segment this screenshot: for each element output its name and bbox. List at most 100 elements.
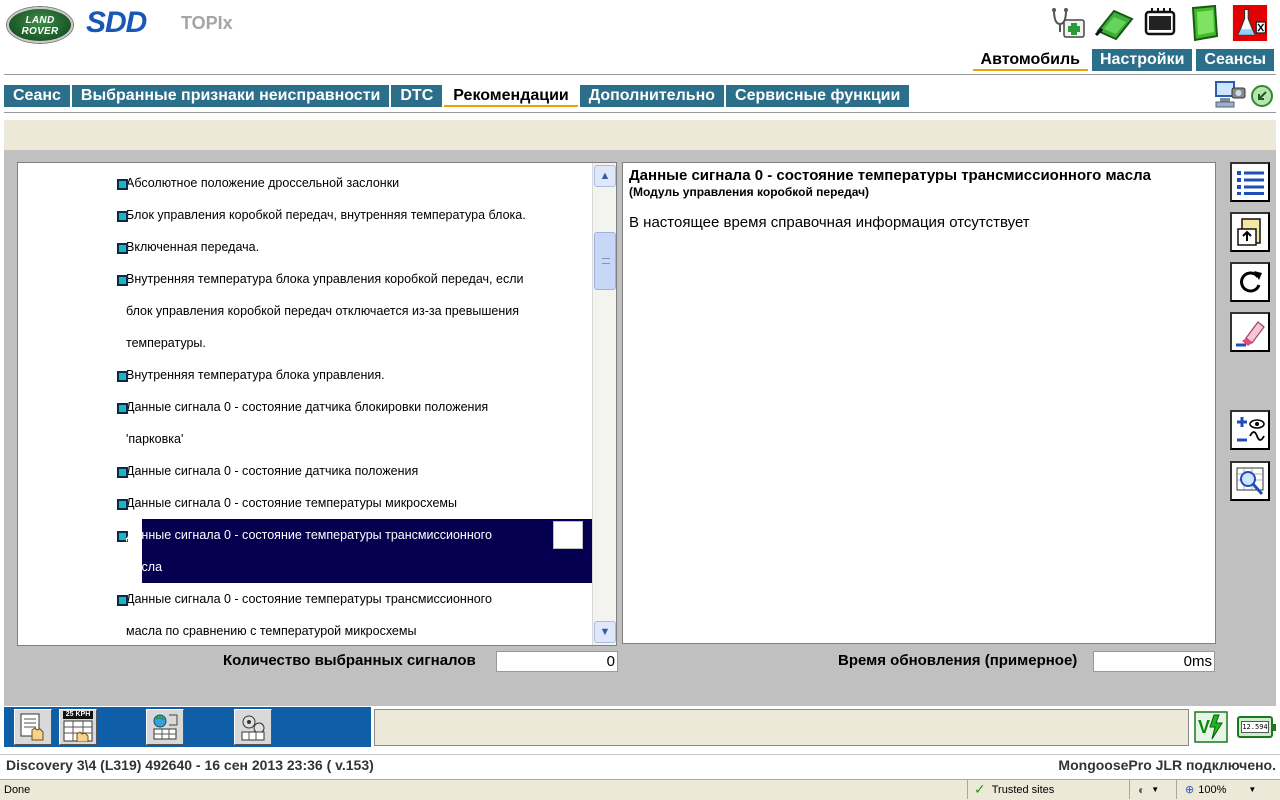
list-scrollbar[interactable]: ▲ ▼: [592, 163, 616, 645]
info-subtitle: (Модуль управления коробкой передач): [629, 185, 870, 199]
magnifier-icon: ⊕: [1185, 784, 1195, 796]
list-item-text: Абсолютное положение дроссельной заслонк…: [126, 176, 400, 190]
network-task-button[interactable]: [146, 709, 184, 745]
scroll-thumb[interactable]: [594, 232, 616, 290]
signal-checkbox[interactable]: [117, 243, 128, 254]
eraser-button[interactable]: [1230, 312, 1270, 352]
list-item[interactable]: Данные сигнала 0 - состояние датчика бло…: [18, 391, 593, 455]
list-item-selected[interactable]: Данные сигнала 0 - состояние температуры…: [18, 519, 593, 583]
refresh-icon: [1240, 271, 1262, 293]
list-item[interactable]: Данные сигнала 0 - состояние датчика пол…: [18, 455, 593, 487]
refresh-time-value: 0ms: [1093, 651, 1215, 672]
info-text: В настоящее время справочная информация …: [629, 214, 1030, 231]
browser-status-text: Done: [4, 784, 31, 796]
green-cable-icon[interactable]: [1094, 3, 1136, 43]
land-rover-logo: LAND ROVER: [7, 7, 73, 43]
signal-checkbox[interactable]: [117, 467, 128, 478]
tab-sessions[interactable]: Сеансы: [1196, 49, 1274, 71]
tab-session[interactable]: Сеанс: [4, 85, 70, 107]
battery-icon: 12.594: [1237, 716, 1276, 738]
scroll-down-button[interactable]: ▼: [594, 621, 616, 643]
diagnostics-task-button[interactable]: [234, 709, 272, 745]
signal-checkbox[interactable]: [117, 179, 128, 190]
list-item-text: Блок управления коробкой передач, внутре…: [126, 208, 526, 222]
green-book-icon[interactable]: [1186, 3, 1222, 43]
list-item[interactable]: Внутренняя температура блока управления.: [18, 359, 593, 391]
zoom-graph-icon: [1236, 467, 1264, 496]
main-tabs: Автомобиль Настройки Сеансы: [972, 49, 1274, 71]
refresh-button[interactable]: [1230, 262, 1270, 302]
tab-vehicle[interactable]: Автомобиль: [972, 49, 1088, 71]
list-item-text: Данные сигнала 0 - состояние температуры…: [126, 496, 457, 510]
signal-checkbox[interactable]: [117, 371, 128, 382]
sub-tabs: Сеанс Выбранные признаки неисправности D…: [4, 85, 910, 107]
info-title: Данные сигнала 0 - состояние температуры…: [629, 167, 1151, 184]
topix-label: TOPIx: [181, 13, 233, 33]
list-item-text: масла по сравнению с температурой микрос…: [126, 624, 417, 638]
list-item-text: Данные сигнала 0 - состояние температуры…: [126, 528, 492, 542]
list-item-text: масла: [126, 560, 163, 574]
data-logger-task-button[interactable]: 25 KPH: [59, 709, 97, 745]
zoom-graph-button[interactable]: [1230, 461, 1270, 501]
list-item-text: Данные сигнала 0 - состояние датчика пол…: [126, 464, 419, 478]
list-item-text: Внутренняя температура блока управления …: [126, 272, 524, 286]
tab-additional[interactable]: Дополнительно: [579, 85, 725, 107]
list-item-text: Данные сигнала 0 - состояние температуры…: [126, 592, 492, 606]
list-item-text: Данные сигнала 0 - состояние датчика бло…: [126, 400, 489, 414]
tab-selected-symptoms[interactable]: Выбранные признаки неисправности: [71, 85, 390, 107]
computer-camera-icon[interactable]: [1212, 80, 1246, 110]
list-view-button[interactable]: [1230, 162, 1270, 202]
voltage-status-button[interactable]: V: [1194, 711, 1228, 743]
list-item[interactable]: Абсолютное положение дроссельной заслонк…: [18, 167, 593, 199]
tab-recommendations[interactable]: Рекомендации: [444, 85, 578, 107]
scroll-up-button[interactable]: ▲: [594, 165, 616, 187]
list-item[interactable]: Внутренняя температура блока управления …: [18, 263, 593, 359]
battery-status-button[interactable]: 12.594: [1236, 711, 1276, 743]
green-arrow-icon[interactable]: [1250, 84, 1274, 108]
tab-dtc[interactable]: DTC: [391, 85, 443, 107]
speed-badge: 25 KPH: [63, 711, 93, 719]
list-view-icon: [1237, 171, 1264, 195]
export-button[interactable]: [1230, 212, 1270, 252]
svg-text:V: V: [1198, 717, 1210, 737]
task-message-area: [374, 709, 1189, 746]
list-item[interactable]: Включенная передача.: [18, 231, 593, 263]
subtabs-divider: [4, 112, 1276, 113]
hand-document-icon: [20, 713, 44, 741]
signal-info-panel: Данные сигнала 0 - состояние температуры…: [622, 162, 1216, 644]
selected-signals-count: 0: [496, 651, 618, 672]
toolbar-strip: [4, 120, 1276, 150]
security-zone: ✓ Trusted sites: [967, 780, 1125, 799]
tab-service-functions[interactable]: Сервисные функции: [726, 85, 910, 107]
module-chip-icon[interactable]: [1142, 3, 1178, 43]
signal-checkbox[interactable]: [117, 403, 128, 414]
export-icon: [1237, 218, 1261, 246]
signal-checkbox[interactable]: [117, 499, 128, 510]
logo-text-line1: LAND: [25, 15, 55, 26]
signal-checkbox[interactable]: [117, 275, 128, 286]
add-watch-button[interactable]: [1230, 410, 1270, 450]
signal-checkbox[interactable]: [117, 595, 128, 606]
zoom-control[interactable]: ⊕ 100% ▼: [1176, 780, 1276, 799]
battery-voltage: 12.594: [1241, 721, 1269, 733]
list-item[interactable]: Блок управления коробкой передач, внутре…: [18, 199, 593, 231]
chevron-down-icon: ▼: [1248, 785, 1257, 794]
signal-checkbox[interactable]: [117, 211, 128, 222]
red-flask-icon[interactable]: [1232, 3, 1268, 43]
stethoscope-medkit-icon[interactable]: [1050, 3, 1086, 43]
list-item[interactable]: Данные сигнала 0 - состояние температуры…: [18, 487, 593, 519]
list-item-text: 'парковка': [126, 432, 184, 446]
list-item[interactable]: Данные сигнала 0 - состояние температуры…: [18, 583, 593, 645]
tab-settings[interactable]: Настройки: [1092, 49, 1193, 71]
network-grid-icon: [153, 714, 178, 740]
list-item-text: блок управления коробкой передач отключа…: [126, 304, 519, 318]
chevron-down-icon: ▼: [1151, 785, 1160, 794]
signal-list: Абсолютное положение дроссельной заслонк…: [17, 162, 617, 646]
protected-mode-button[interactable]: ◐ ▼: [1129, 780, 1173, 799]
logo-text-line2: ROVER: [21, 26, 59, 37]
zoom-level: 100%: [1198, 783, 1227, 796]
selected-signals-label: Количество выбранных сигналов: [223, 652, 476, 669]
manual-task-button[interactable]: [14, 709, 52, 745]
tools-gear-icon: [241, 715, 265, 741]
speed-table-icon: 25 KPH: [62, 711, 94, 743]
